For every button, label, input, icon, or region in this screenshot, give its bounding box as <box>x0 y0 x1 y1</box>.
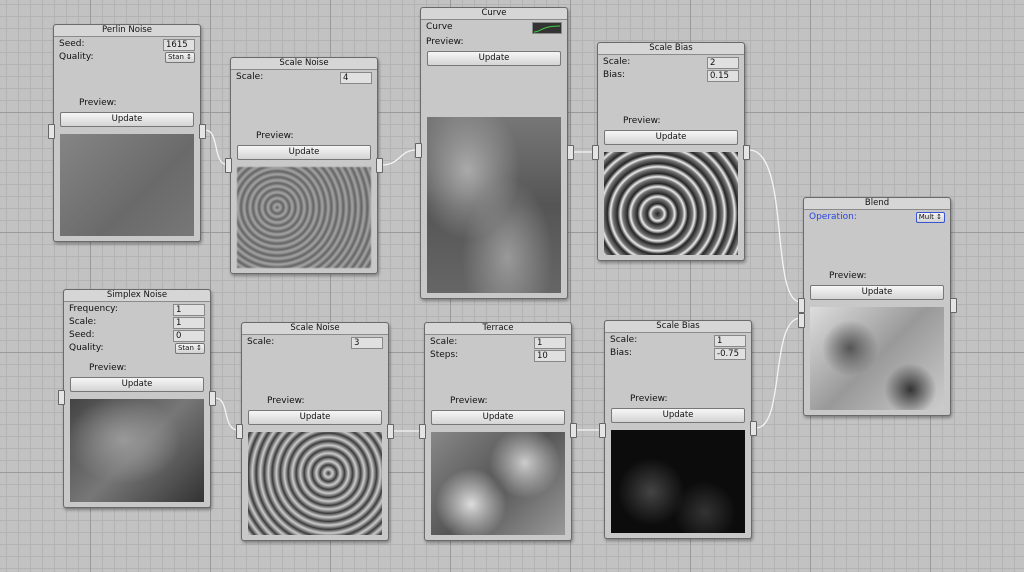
quality-dropdown[interactable]: Stan ↕ <box>174 343 205 354</box>
seed-label: Seed: <box>59 39 85 49</box>
preview-label: Preview: <box>426 37 464 47</box>
input-port[interactable] <box>236 424 243 439</box>
bias-field[interactable]: -0.75 <box>714 348 746 360</box>
update-button[interactable]: Update <box>604 130 738 145</box>
operation-dropdown[interactable]: Mult ↕ <box>915 212 945 223</box>
perlin-noise-node[interactable]: Perlin Noise Seed: 1615 Quality: Stan ↕ Pr… <box>53 24 201 242</box>
update-button[interactable]: Update <box>431 410 565 425</box>
blend-node[interactable]: Blend Operation: Mult ↕ Preview: Update <box>803 197 951 416</box>
input-port[interactable] <box>592 145 599 160</box>
node-title: Curve <box>421 8 567 20</box>
update-button[interactable]: Update <box>611 408 745 423</box>
scale-label: Scale: <box>430 337 458 347</box>
preview-label: Preview: <box>623 116 661 126</box>
node-title: Perlin Noise <box>54 25 200 37</box>
input-port[interactable] <box>225 158 232 173</box>
preview-image <box>70 399 204 502</box>
simplex-noise-node[interactable]: Simplex Noise Frequency: 1 Scale: 1 Seed: 0… <box>63 289 211 508</box>
curve-field[interactable] <box>532 22 562 34</box>
seed-field[interactable]: 0 <box>173 330 205 342</box>
scale-label: Scale: <box>610 335 638 345</box>
update-button[interactable]: Update <box>70 377 204 392</box>
input-port[interactable] <box>419 424 426 439</box>
output-port[interactable] <box>567 145 574 160</box>
quality-label: Quality: <box>59 52 94 62</box>
terrace-node[interactable]: Terrace Scale: 1 Steps: 10 Preview: Update <box>424 322 572 541</box>
scale-field[interactable]: 1 <box>173 317 205 329</box>
scale-bias-node[interactable]: Scale Bias Scale: 2 Bias: 0.15 Preview: Up… <box>597 42 745 261</box>
preview-image <box>427 117 561 293</box>
output-port[interactable] <box>199 124 206 139</box>
bias-field[interactable]: 0.15 <box>707 70 739 82</box>
update-button[interactable]: Update <box>60 112 194 127</box>
curve-icon <box>533 25 561 33</box>
frequency-field[interactable]: 1 <box>173 304 205 316</box>
scale-field[interactable]: 1 <box>534 337 566 349</box>
output-port[interactable] <box>570 423 577 438</box>
input-port[interactable] <box>58 390 65 405</box>
preview-label: Preview: <box>630 394 668 404</box>
update-button[interactable]: Update <box>237 145 371 160</box>
scale-field[interactable]: 4 <box>340 72 372 84</box>
node-title: Scale Noise <box>231 58 377 70</box>
output-port[interactable] <box>376 158 383 173</box>
seed-label: Seed: <box>69 330 95 340</box>
steps-field[interactable]: 10 <box>534 350 566 362</box>
scale-noise-node[interactable]: Scale Noise Scale: 4 Preview: Update <box>230 57 378 274</box>
bias-label: Bias: <box>610 348 632 358</box>
node-title: Scale Bias <box>598 43 744 55</box>
scale-label: Scale: <box>236 72 264 82</box>
preview-image <box>810 307 944 410</box>
steps-label: Steps: <box>430 350 459 360</box>
scale-field[interactable]: 1 <box>714 335 746 347</box>
node-title: Scale Bias <box>605 321 751 333</box>
input-port[interactable] <box>48 124 55 139</box>
preview-label: Preview: <box>829 271 867 281</box>
output-port[interactable] <box>743 145 750 160</box>
output-port[interactable] <box>387 424 394 439</box>
preview-image <box>60 134 194 236</box>
frequency-label: Frequency: <box>69 304 118 314</box>
preview-image <box>431 432 565 535</box>
seed-field[interactable]: 1615 <box>163 39 195 51</box>
output-port[interactable] <box>950 298 957 313</box>
scale-field[interactable]: 2 <box>707 57 739 69</box>
preview-label: Preview: <box>267 396 305 406</box>
node-title: Terrace <box>425 323 571 335</box>
seed-row: Seed: 1615 <box>59 38 195 51</box>
preview-image <box>611 430 745 533</box>
curve-node[interactable]: Curve Curve Preview: Update <box>420 7 568 299</box>
output-port[interactable] <box>750 421 757 436</box>
preview-image <box>248 432 382 535</box>
scale-label: Scale: <box>69 317 97 327</box>
preview-image <box>237 167 371 268</box>
preview-label: Preview: <box>79 98 117 108</box>
scale-label: Scale: <box>603 57 631 67</box>
input-port-a[interactable] <box>798 298 805 313</box>
scale-field[interactable]: 3 <box>351 337 383 349</box>
update-button[interactable]: Update <box>248 410 382 425</box>
input-port[interactable] <box>415 143 422 158</box>
quality-row: Quality: Stan ↕ <box>59 51 195 63</box>
preview-label: Preview: <box>450 396 488 406</box>
preview-image <box>604 152 738 255</box>
input-port-b[interactable] <box>798 313 805 328</box>
scale-bias-node-2[interactable]: Scale Bias Scale: 1 Bias: -0.75 Preview: U… <box>604 320 752 539</box>
output-port[interactable] <box>209 391 216 406</box>
node-title: Simplex Noise <box>64 290 210 302</box>
node-title: Blend <box>804 198 950 210</box>
node-title: Scale Noise <box>242 323 388 335</box>
scale-label: Scale: <box>247 337 275 347</box>
quality-dropdown[interactable]: Stan ↕ <box>164 52 195 63</box>
bias-label: Bias: <box>603 70 625 80</box>
preview-label: Preview: <box>256 131 294 141</box>
scale-noise-node-2[interactable]: Scale Noise Scale: 3 Preview: Update <box>241 322 389 541</box>
quality-label: Quality: <box>69 343 104 353</box>
update-button[interactable]: Update <box>810 285 944 300</box>
update-button[interactable]: Update <box>427 51 561 66</box>
curve-label: Curve <box>426 22 453 32</box>
input-port[interactable] <box>599 423 606 438</box>
operation-label: Operation: <box>809 212 857 222</box>
preview-label: Preview: <box>89 363 127 373</box>
